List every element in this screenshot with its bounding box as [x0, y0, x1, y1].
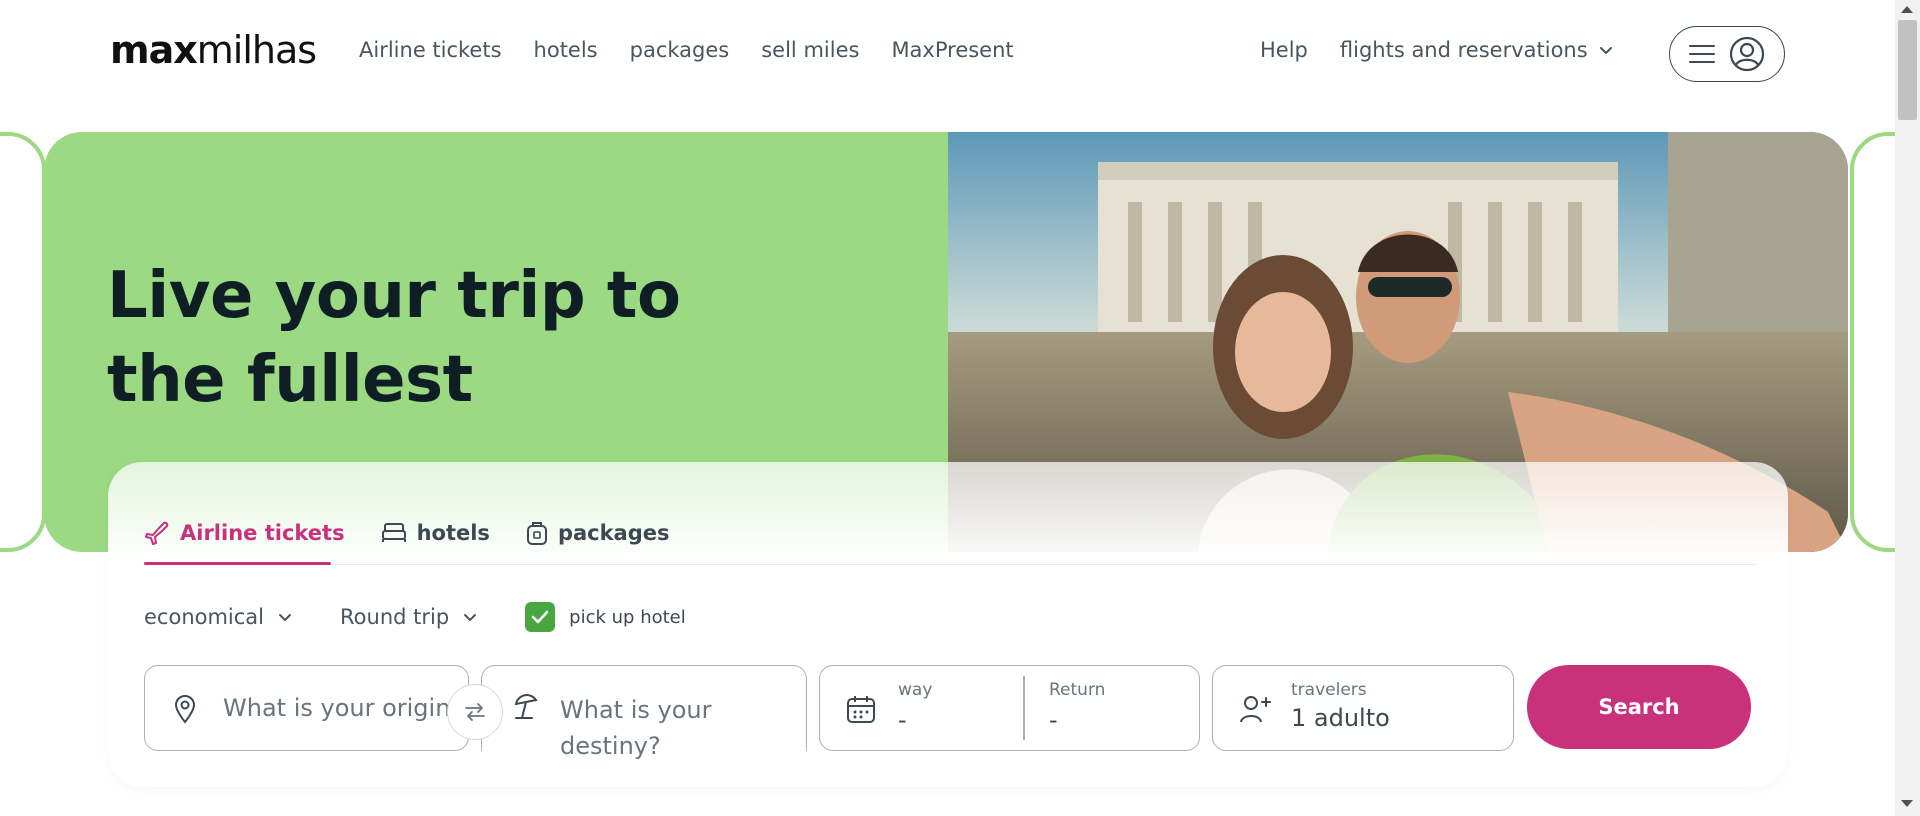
scroll-down-arrow-icon[interactable]	[1901, 800, 1913, 807]
nav-hotels[interactable]: hotels	[534, 38, 598, 62]
site-header: maxmilhas Airline tickets hotels package…	[0, 0, 1920, 108]
nav-airline-tickets[interactable]: Airline tickets	[359, 38, 502, 62]
origin-field[interactable]: What is your origin?	[144, 665, 469, 751]
check-icon	[531, 610, 549, 624]
chevron-down-icon	[1599, 47, 1612, 54]
pick-up-hotel-checkbox[interactable]: pick up hotel	[525, 602, 686, 632]
swap-arrows-icon	[465, 703, 485, 721]
nav-sell-miles[interactable]: sell miles	[761, 38, 859, 62]
active-tab-indicator	[144, 562, 331, 565]
tab-label: hotels	[416, 521, 490, 545]
tabs-divider	[144, 564, 1756, 565]
scroll-up-arrow-icon[interactable]	[1901, 6, 1913, 13]
chevron-down-icon	[464, 614, 477, 621]
nav-right: Help flights and reservations	[1260, 38, 1614, 62]
trip-type-select[interactable]: Round trip	[340, 605, 477, 629]
travelers-label: travelers	[1291, 680, 1367, 700]
chevron-down-icon	[279, 614, 292, 621]
maxmilhas-logo[interactable]: maxmilhas	[110, 28, 317, 72]
flights-reservations-dropdown[interactable]: flights and reservations	[1340, 38, 1614, 62]
tab-hotels[interactable]: hotels	[381, 516, 490, 550]
search-options: economical Round trip pick up hotel	[144, 602, 686, 632]
bed-icon	[381, 523, 406, 542]
plane-icon	[145, 521, 169, 545]
add-person-icon	[1240, 696, 1271, 723]
tab-airline-tickets[interactable]: Airline tickets	[144, 516, 345, 550]
tab-packages[interactable]: packages	[526, 516, 670, 550]
trip-type-value: Round trip	[340, 605, 450, 629]
tab-label: Airline tickets	[180, 521, 345, 545]
way-value: -	[898, 706, 907, 734]
return-label: Return	[1049, 680, 1106, 700]
checkbox-checked[interactable]	[525, 602, 556, 632]
pick-up-hotel-label: pick up hotel	[569, 606, 686, 628]
previous-slide-edge[interactable]	[0, 132, 46, 552]
scrollbar[interactable]	[1895, 0, 1920, 816]
cabin-class-select[interactable]: economical	[144, 605, 292, 629]
travelers-value: 1 adulto	[1291, 704, 1390, 732]
tab-label: packages	[557, 521, 670, 545]
nav-maxpresent[interactable]: MaxPresent	[891, 38, 1013, 62]
cabin-class-value: economical	[144, 605, 265, 629]
swap-origin-destination-button[interactable]	[447, 684, 503, 740]
destination-placeholder: What is your destiny?	[560, 696, 712, 760]
suitcase-icon	[526, 522, 547, 545]
calendar-icon	[847, 696, 875, 723]
main-nav: Airline tickets hotels packages sell mil…	[359, 38, 1046, 62]
way-label: way	[898, 680, 933, 700]
scrollbar-thumb[interactable]	[1898, 20, 1917, 120]
beach-umbrella-icon	[514, 694, 538, 719]
travelers-field[interactable]: travelers 1 adulto	[1212, 665, 1514, 751]
location-pin-icon	[174, 695, 196, 724]
search-button[interactable]: Search	[1527, 665, 1751, 749]
hamburger-icon	[1689, 45, 1715, 63]
flights-reservations-label: flights and reservations	[1339, 38, 1588, 62]
hero-title: Live your trip to the fullest	[107, 259, 681, 417]
user-avatar-icon	[1729, 36, 1765, 72]
search-tabs: Airline tickets hotels packages	[144, 516, 706, 550]
nav-packages[interactable]: packages	[630, 38, 730, 62]
dates-divider	[1023, 676, 1025, 740]
destination-field[interactable]: What is your destiny?	[481, 665, 807, 760]
origin-placeholder: What is your origin?	[223, 694, 453, 722]
dates-field[interactable]: way - Return -	[819, 665, 1200, 751]
user-menu-button[interactable]	[1669, 26, 1785, 82]
help-link[interactable]: Help	[1260, 38, 1308, 62]
return-value: -	[1049, 706, 1058, 734]
